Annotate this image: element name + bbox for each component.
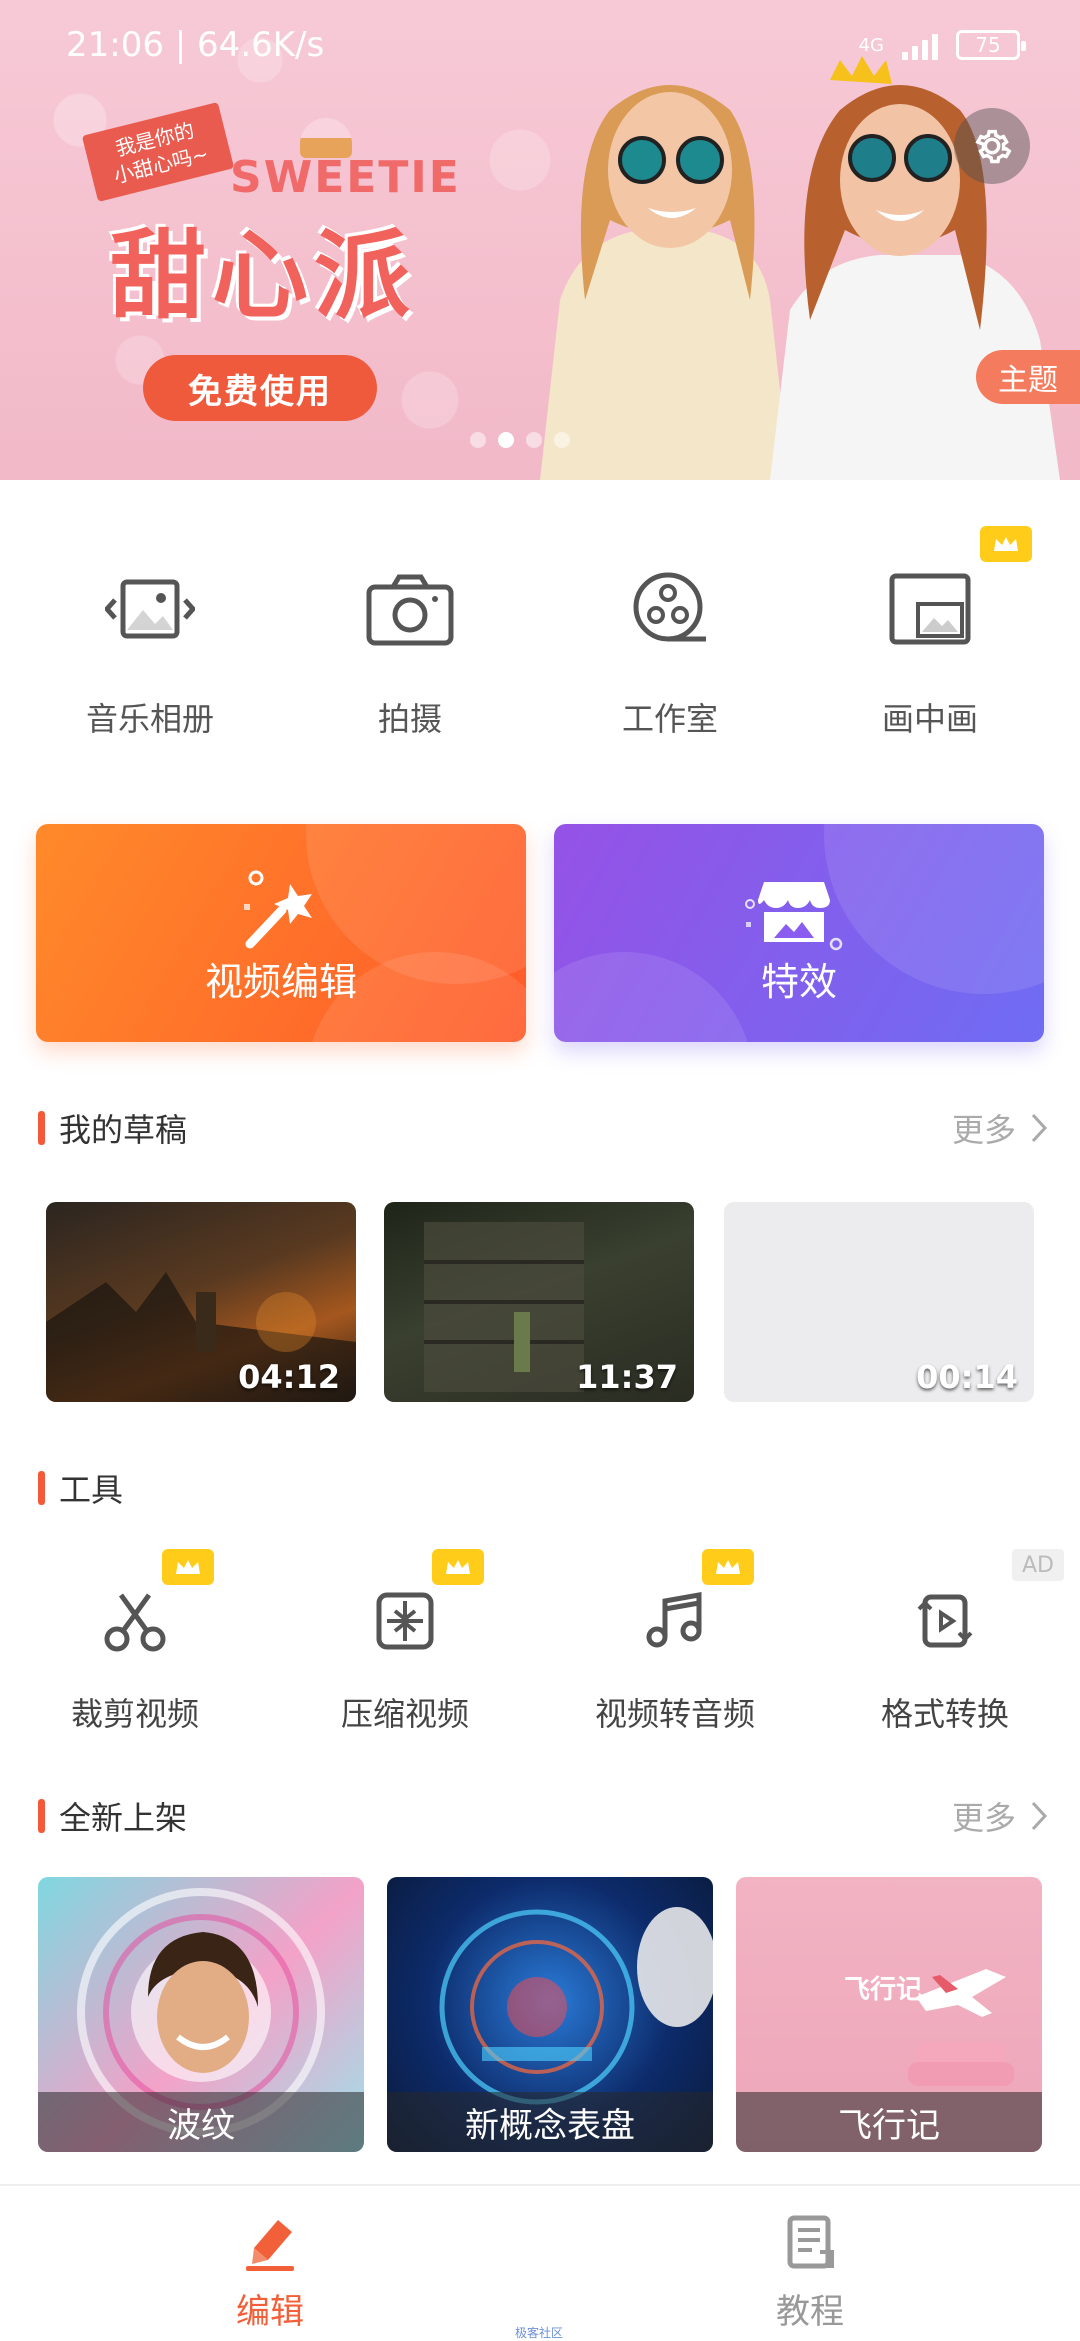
section-marker bbox=[38, 1799, 45, 1833]
draft-item[interactable]: 04:12 bbox=[46, 1202, 356, 1402]
photo-album-icon bbox=[95, 554, 205, 664]
film-reel-icon bbox=[615, 554, 725, 664]
quick-music-album[interactable]: 音乐相册 bbox=[20, 540, 280, 770]
crown-icon bbox=[446, 1560, 470, 1574]
free-use-button[interactable]: 免费使用 bbox=[143, 355, 377, 421]
banner-pagination bbox=[470, 432, 570, 448]
draft-duration: 11:37 bbox=[576, 1358, 678, 1396]
quick-camera[interactable]: 拍摄 bbox=[280, 540, 540, 770]
quick-label: 音乐相册 bbox=[85, 700, 214, 738]
template-flight-log[interactable]: 飞行记 飞行记 bbox=[736, 1877, 1042, 2152]
promo-title: 甜心派 bbox=[110, 220, 416, 332]
tool-label: 压缩视频 bbox=[340, 1695, 469, 1733]
tool-format-convert[interactable]: AD 格式转换 bbox=[810, 1545, 1080, 1735]
pagination-dot bbox=[554, 432, 570, 448]
tab-edit[interactable]: 编辑 bbox=[0, 2186, 540, 2340]
status-time-speed: 21:06 | 64.6K/s bbox=[66, 25, 325, 65]
video-edit-card[interactable]: 视频编辑 bbox=[36, 824, 526, 1042]
new-arrivals-title: 全新上架 bbox=[59, 1799, 188, 1837]
premium-badge bbox=[432, 1549, 484, 1585]
template-ripple[interactable]: 波纹 bbox=[38, 1877, 364, 2152]
banner-photo bbox=[540, 56, 1060, 480]
magic-wand-icon bbox=[244, 870, 312, 949]
premium-badge bbox=[162, 1549, 214, 1585]
tool-label: 视频转音频 bbox=[594, 1695, 755, 1733]
scissors-icon bbox=[95, 1581, 175, 1661]
template-overlay-text: 飞行记 bbox=[844, 1975, 923, 2005]
tool-trim-video[interactable]: 裁剪视频 bbox=[0, 1545, 270, 1735]
template-caption: 波纹 bbox=[38, 2092, 364, 2152]
pagination-dot bbox=[470, 432, 486, 448]
theme-tab[interactable]: 主题 bbox=[976, 350, 1080, 404]
quick-label: 工作室 bbox=[621, 700, 718, 738]
tool-label: 裁剪视频 bbox=[70, 1695, 199, 1733]
template-caption: 新概念表盘 bbox=[387, 2092, 713, 2152]
more-label: 更多 bbox=[951, 1799, 1016, 1837]
section-marker bbox=[38, 1471, 45, 1505]
convert-icon bbox=[905, 1581, 985, 1661]
draft-item[interactable]: 11:37 bbox=[384, 1202, 694, 1402]
card-decoration bbox=[824, 824, 1044, 994]
music-note-icon bbox=[635, 1581, 715, 1661]
settings-button[interactable] bbox=[954, 108, 1030, 184]
card-decoration bbox=[554, 952, 754, 1042]
watermark: 极客社区 bbox=[515, 2326, 564, 2340]
effects-card[interactable]: 特效 bbox=[554, 824, 1044, 1042]
tutorial-doc-icon bbox=[787, 2215, 834, 2269]
tool-label: 格式转换 bbox=[880, 1695, 1009, 1733]
tab-tutorial[interactable]: 教程 bbox=[540, 2186, 1080, 2340]
compress-icon bbox=[365, 1581, 445, 1661]
quick-actions: 音乐相册 拍摄 工作室 画中画 bbox=[0, 526, 1080, 770]
premium-badge bbox=[980, 526, 1032, 562]
tool-compress-video[interactable]: 压缩视频 bbox=[270, 1545, 540, 1735]
quick-label: 拍摄 bbox=[377, 700, 442, 738]
tools-title: 工具 bbox=[59, 1471, 124, 1509]
video-edit-label: 视频编辑 bbox=[204, 960, 357, 1004]
store-icon bbox=[745, 882, 843, 951]
crown-icon bbox=[994, 537, 1018, 551]
template-caption: 飞行记 bbox=[736, 2092, 1042, 2152]
promo-brand: SWEETIE bbox=[230, 152, 461, 203]
effects-label: 特效 bbox=[760, 960, 837, 1004]
quick-studio[interactable]: 工作室 bbox=[540, 540, 800, 770]
edit-pencil-icon bbox=[246, 2220, 294, 2271]
premium-badge bbox=[702, 1549, 754, 1585]
drafts-more-link[interactable]: 更多 bbox=[952, 1105, 1048, 1151]
draft-duration: 00:14 bbox=[916, 1358, 1018, 1396]
ad-badge: AD bbox=[1012, 1549, 1064, 1581]
promo-banner[interactable]: 21:06 | 64.6K/s 4G 75 我是你的 小甜心吗~ SWEETIE… bbox=[0, 0, 1080, 480]
pagination-dot-active bbox=[498, 432, 514, 448]
tab-label: 编辑 bbox=[236, 2292, 304, 2332]
more-label: 更多 bbox=[951, 1111, 1016, 1149]
bottom-nav: 编辑 教程 bbox=[0, 2184, 1080, 2340]
pagination-dot bbox=[526, 432, 542, 448]
quick-label: 画中画 bbox=[881, 700, 978, 738]
new-arrivals-more-link[interactable]: 更多 bbox=[952, 1793, 1048, 1839]
crown-icon bbox=[716, 1560, 740, 1574]
tools-header: 工具 bbox=[38, 1466, 1048, 1510]
tab-label: 教程 bbox=[776, 2292, 844, 2332]
drafts-title: 我的草稿 bbox=[59, 1111, 188, 1149]
tools-row: 裁剪视频 压缩视频 视频转音频 AD 格式转换 bbox=[0, 1545, 1080, 1735]
gear-icon bbox=[975, 129, 1012, 164]
template-new-dial[interactable]: 新概念表盘 bbox=[387, 1877, 713, 2152]
camera-icon bbox=[355, 554, 465, 664]
tool-video-to-audio[interactable]: 视频转音频 bbox=[540, 1545, 810, 1735]
draft-item[interactable]: 00:14 bbox=[724, 1202, 1034, 1402]
section-marker bbox=[38, 1111, 45, 1145]
drafts-header: 我的草稿 更多 bbox=[38, 1106, 1048, 1150]
new-arrivals-header: 全新上架 更多 bbox=[38, 1794, 1048, 1838]
quick-pip[interactable]: 画中画 bbox=[800, 526, 1060, 770]
chevron-right-icon bbox=[1031, 1801, 1048, 1831]
picture-in-picture-icon bbox=[875, 554, 985, 664]
draft-duration: 04:12 bbox=[238, 1358, 340, 1396]
crown-icon bbox=[176, 1560, 200, 1574]
chevron-right-icon bbox=[1031, 1113, 1048, 1143]
